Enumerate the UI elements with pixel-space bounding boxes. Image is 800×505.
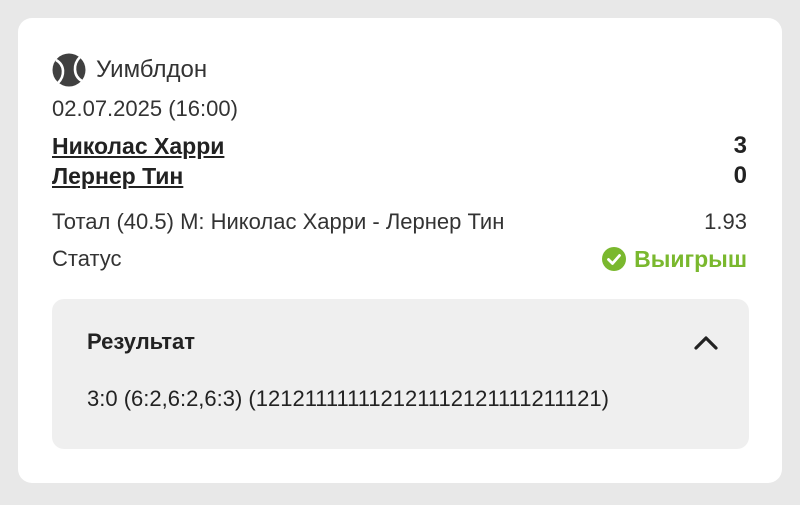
status-label: Статус: [52, 246, 122, 271]
bet-market: Тотал (40.5) М: Николас Харри - Лернер Т…: [52, 209, 505, 234]
status-badge: Выигрыш: [602, 246, 747, 273]
status-value: Выигрыш: [634, 245, 747, 272]
check-circle-icon: [602, 247, 627, 271]
event-datetime: 02.07.2025 (16:00): [52, 96, 238, 121]
result-title: Результат: [87, 329, 196, 354]
player-2-score: 0: [733, 162, 747, 189]
bet-card: Уимблдон 02.07.2025 (16:00) Николас Харр…: [18, 18, 782, 483]
tournament-header: Уимблдон: [52, 52, 207, 88]
result-panel: Результат 3:0 (6:2,6:2,6:3) (12121111111…: [52, 299, 749, 449]
player-1-link[interactable]: Николас Харри: [52, 133, 224, 160]
player-1-score: 3: [733, 132, 747, 159]
tennis-ball-icon: [52, 53, 86, 87]
tournament-name: Уимблдон: [96, 56, 208, 83]
chevron-up-icon[interactable]: [693, 333, 719, 353]
result-value: 3:0 (6:2,6:2,6:3) (121211111112121112121…: [87, 386, 609, 411]
player-row: Николас Харри 3: [52, 132, 747, 160]
bet-market-row: Тотал (40.5) М: Николас Харри - Лернер Т…: [52, 207, 747, 237]
player-row: Лернер Тин 0: [52, 162, 747, 190]
player-2-link[interactable]: Лернер Тин: [52, 163, 183, 190]
bet-odds: 1.93: [704, 209, 747, 234]
bet-status-row: Статус Выигрыш: [52, 244, 747, 274]
